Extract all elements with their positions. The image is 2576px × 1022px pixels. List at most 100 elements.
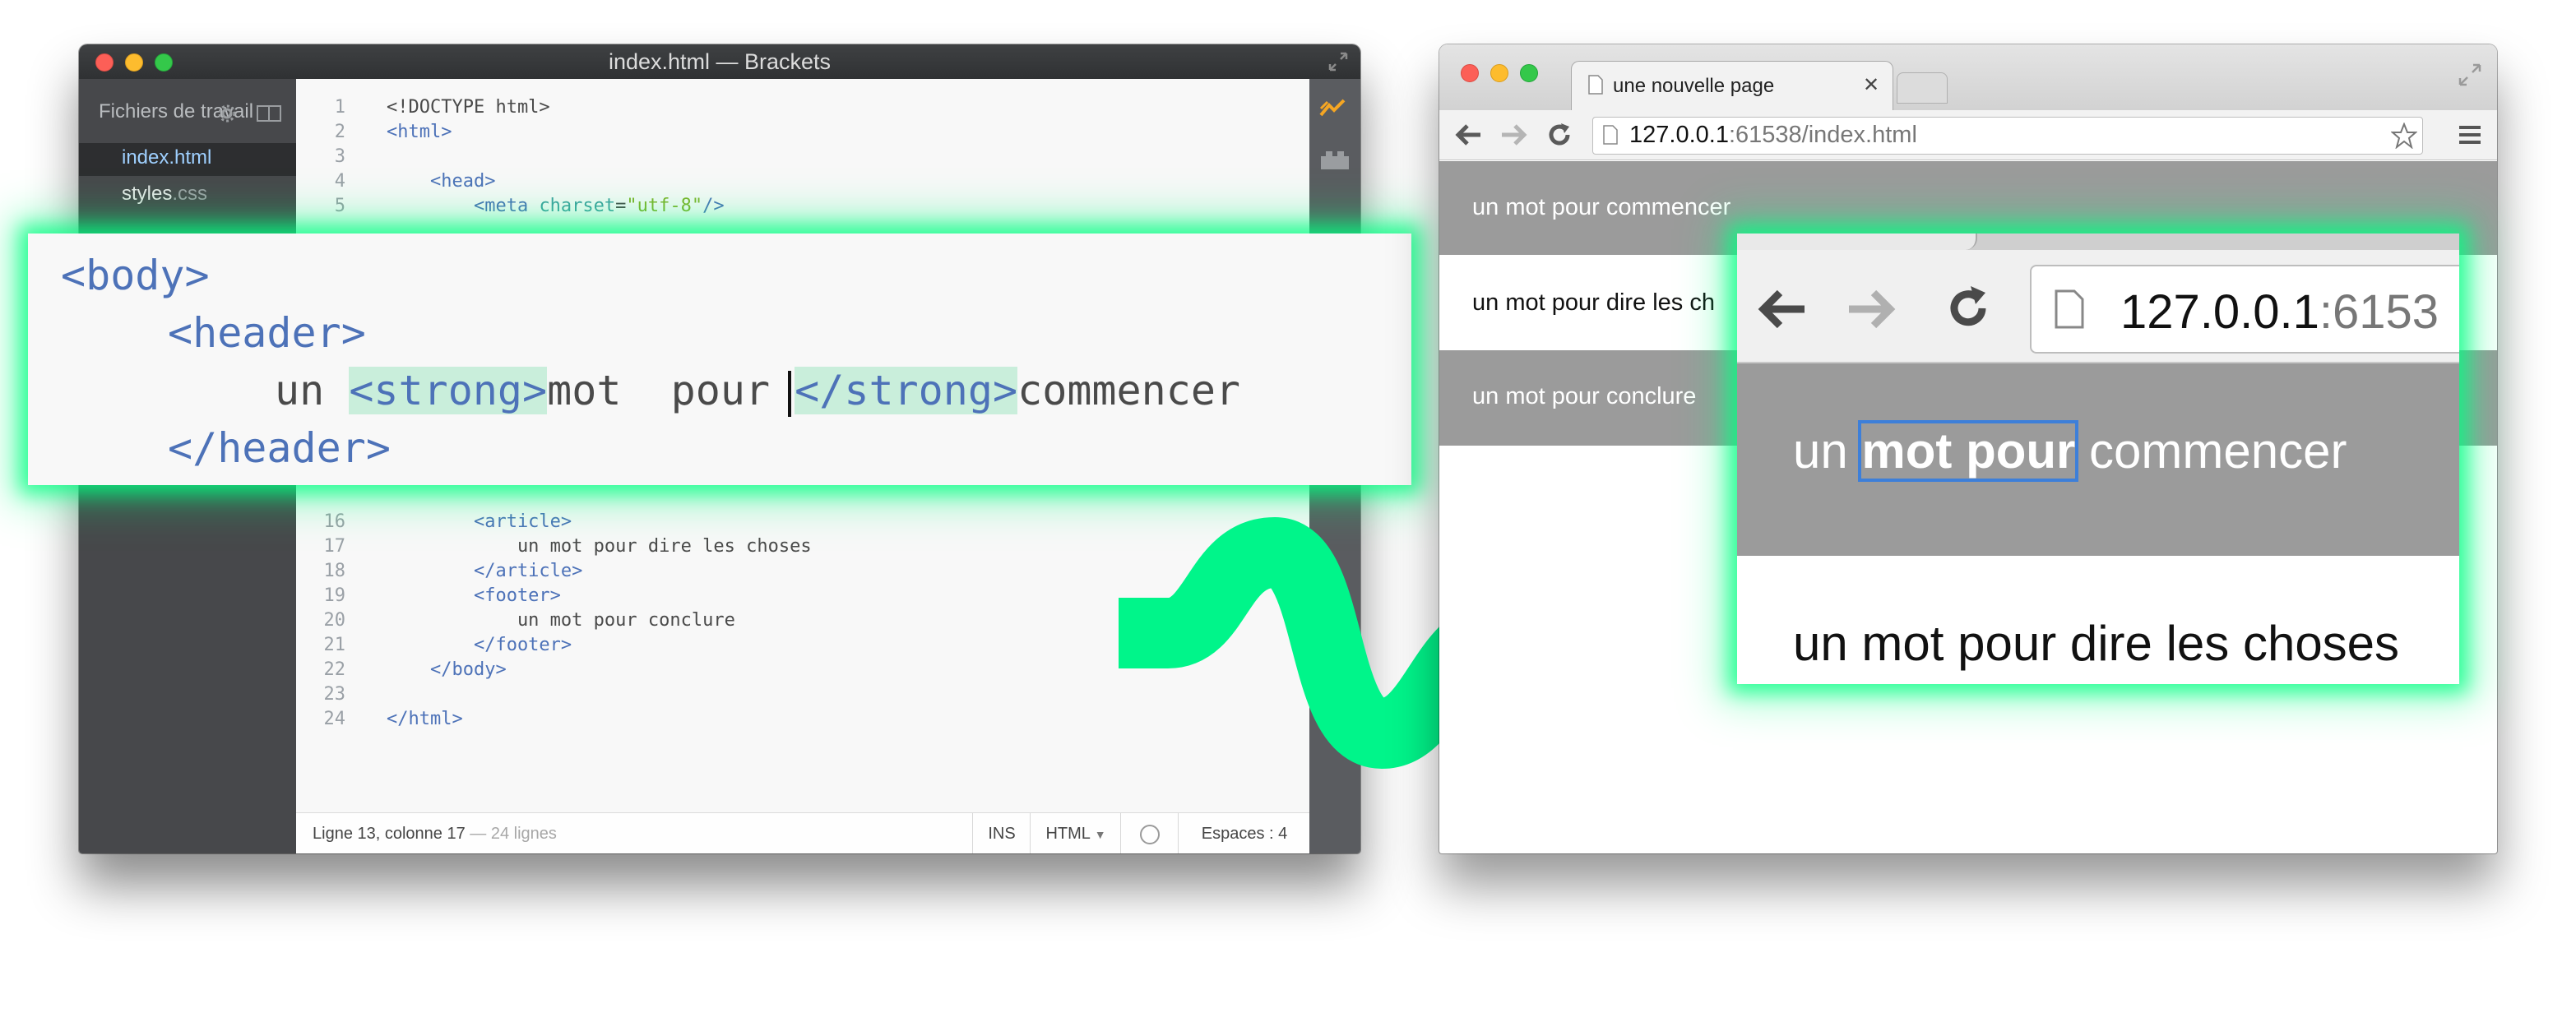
zoomed-code-card: <body> <header> un <strong>mot pour </st… (28, 234, 1411, 485)
split-view-icon[interactable] (257, 105, 281, 122)
chevron-down-icon: ▼ (1094, 828, 1106, 841)
header-open-tag: <header> (168, 309, 366, 357)
tab-active[interactable]: une nouvelle page ✕ (1571, 61, 1893, 113)
line-number: 21 (323, 635, 346, 655)
cursor-position-text: Ligne 13, colonne 17 (313, 825, 466, 843)
zoom-window-button[interactable] (1520, 64, 1538, 82)
line-number: 18 (323, 561, 346, 581)
line-number: 17 (323, 536, 346, 557)
code-token: = (615, 196, 627, 216)
url-path: /index.html (1801, 122, 1917, 148)
header-close-tag: </header> (168, 424, 391, 472)
address-bar[interactable]: 127.0.0.1:61538/index.html (1592, 117, 2423, 155)
zoom-header-commencer: commencer (2075, 423, 2347, 479)
code-token: </html> (387, 709, 463, 729)
code-token: "utf-8" (626, 196, 703, 216)
line-number: 1 (334, 97, 345, 118)
line-number: 5 (334, 196, 345, 216)
line-content: </body> (387, 658, 507, 682)
code-token: <!DOCTYPE html> (387, 97, 550, 118)
url-host: 127.0.0.1 (1629, 122, 1729, 148)
file-name: styles (122, 183, 173, 205)
code-token: <meta (387, 196, 540, 216)
zoom-header-un: un (1793, 423, 1862, 479)
text-mot-pour: mot pour (547, 367, 795, 414)
bookmark-star-icon[interactable] (2390, 122, 2418, 150)
line-number: 3 (334, 146, 345, 167)
back-arrow-icon[interactable] (1755, 286, 1809, 332)
code-token: </article> (387, 561, 583, 581)
extension-manager-icon[interactable] (1319, 150, 1351, 171)
zoom-line-content: un <strong>mot pour </strong>commencer (275, 362, 1240, 419)
url-text: 127.0.0.1:61538/index.html (1629, 122, 1917, 149)
zoom-article-text: un mot pour dire les choses (1793, 616, 2400, 671)
line-number: 20 (323, 610, 346, 631)
code-token: </footer> (387, 635, 572, 655)
linter-status-icon[interactable] (1120, 813, 1179, 853)
line-content: <article> (387, 510, 572, 534)
file-extension: .css (172, 183, 208, 205)
file-item-index-html[interactable]: index.html (122, 146, 211, 169)
code-token: un mot pour conclure (387, 610, 735, 631)
reload-icon[interactable] (1943, 283, 1994, 334)
article-text: un mot pour dire les ch (1472, 289, 1715, 316)
zoom-tab (1737, 234, 1977, 250)
line-content: <meta charset="utf-8"/> (387, 194, 725, 219)
new-tab-button[interactable] (1897, 72, 1948, 104)
code-token: un mot pour dire les choses (387, 536, 812, 557)
zoom-line-header: <header> (168, 304, 366, 362)
tab-bar: une nouvelle page ✕ (1439, 44, 2497, 113)
strong-open-tag: <strong> (349, 367, 548, 414)
line-number: 19 (323, 585, 346, 606)
live-preview-icon[interactable] (1319, 97, 1351, 118)
code-token: </body> (387, 659, 507, 680)
indent-setting[interactable]: Espaces : 4 (1178, 813, 1310, 853)
text-un: un (275, 367, 350, 414)
code-token: charset (539, 196, 616, 216)
line-content: un mot pour conclure (387, 608, 735, 633)
code-token: <footer> (387, 585, 561, 606)
reload-icon[interactable] (1545, 120, 1574, 150)
line-number: 23 (323, 684, 346, 705)
footer-text: un mot pour conclure (1472, 383, 1697, 409)
code-token: /> (702, 196, 725, 216)
gear-icon[interactable] (217, 104, 237, 123)
title-bar: index.html — Brackets (79, 44, 1360, 79)
file-item-styles-css[interactable]: styles.css (122, 183, 207, 206)
close-window-button[interactable] (1461, 64, 1479, 82)
zoom-page-header: un mot pour commencer (1737, 363, 2459, 556)
zoom-header-strong: mot pour (1858, 420, 2079, 482)
menu-icon[interactable] (2458, 123, 2482, 146)
zoom-url-port: :6153 (2319, 285, 2439, 339)
back-arrow-icon[interactable] (1454, 122, 1484, 148)
code-token: <head> (387, 171, 496, 192)
close-tab-icon[interactable]: ✕ (1863, 73, 1879, 97)
language-selector[interactable]: HTML ▼ (1030, 813, 1121, 853)
code-token: <html> (387, 122, 452, 142)
line-content: <html> (387, 120, 452, 145)
code-lines-top: 1 <!DOCTYPE html> 2 <html> 3 4 <head> 5 <meta … (296, 95, 1309, 227)
line-number: 22 (323, 659, 346, 680)
text-commencer: commencer (1017, 367, 1241, 414)
zoom-url-text: 127.0.0.1:6153 (2120, 284, 2439, 340)
zoom-address-bar[interactable]: 127.0.0.1:6153 (2030, 265, 2459, 354)
forward-arrow-icon[interactable] (1499, 122, 1528, 148)
line-number: 2 (334, 122, 345, 142)
zoom-nav-bar: 127.0.0.1:6153 (1737, 250, 2459, 363)
fullscreen-icon[interactable] (2458, 62, 2482, 87)
zoomed-browser-card: 127.0.0.1:6153 un mot pour commencer un … (1737, 234, 2459, 684)
minimize-window-button[interactable] (1490, 64, 1508, 82)
fullscreen-icon[interactable] (1327, 51, 1349, 72)
tab-title: une nouvelle page (1613, 75, 1775, 97)
line-content: </html> (387, 707, 463, 732)
window-title: index.html — Brackets (608, 49, 832, 74)
line-content: <head> (387, 169, 495, 194)
line-content: un mot pour dire les choses (387, 534, 812, 559)
insert-mode-toggle[interactable]: INS (972, 813, 1031, 853)
line-number: 16 (323, 511, 346, 532)
forward-arrow-icon[interactable] (1844, 286, 1898, 332)
strong-close-tag: </strong> (795, 367, 1018, 414)
line-content: <footer> (387, 584, 561, 608)
line-number: 24 (323, 709, 346, 729)
zoom-page-article: un mot pour dire les choses (1737, 556, 2459, 684)
